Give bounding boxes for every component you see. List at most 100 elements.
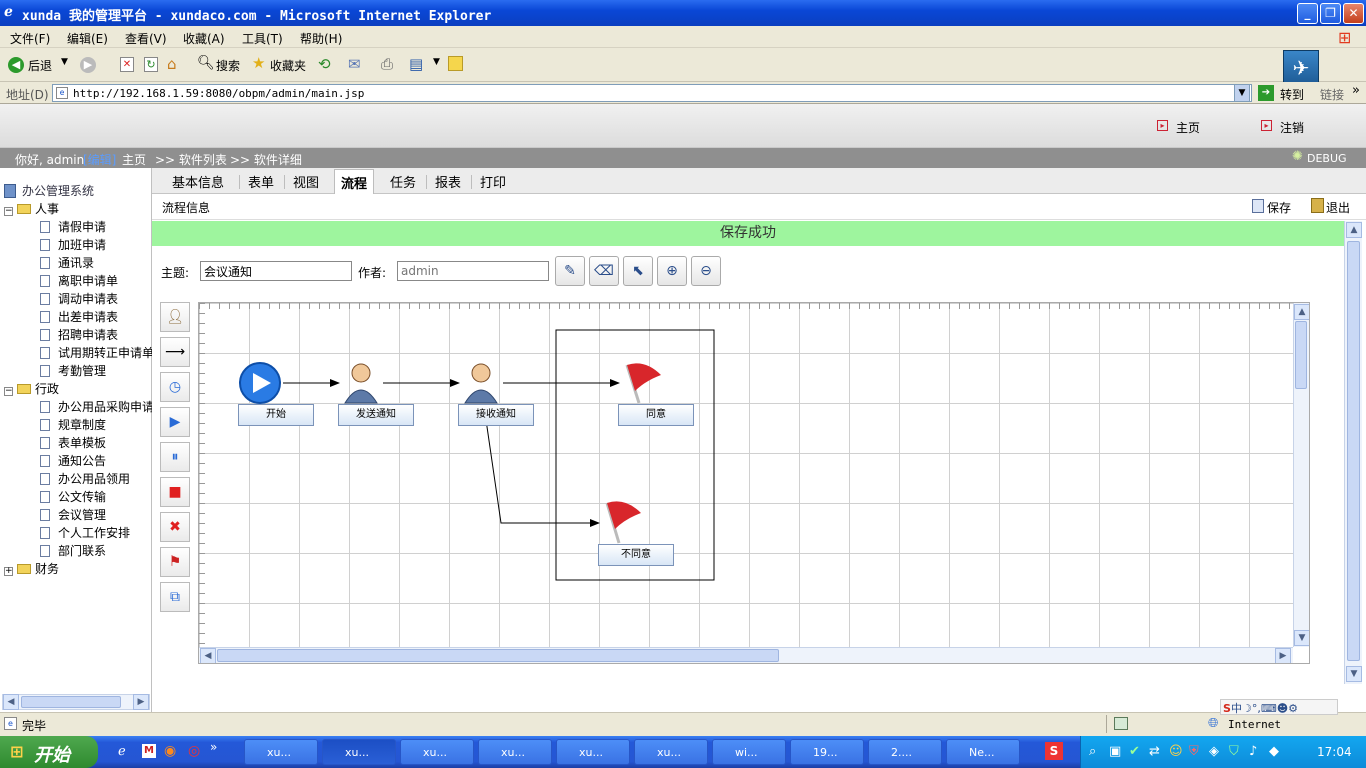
ime-keyboard-icon[interactable]: ⌨: [1261, 702, 1277, 715]
tree-item-personal-schedule[interactable]: 个人工作安排: [40, 524, 130, 542]
disagree-flag-icon[interactable]: [605, 501, 641, 544]
sidebar-hscrollbar[interactable]: ◀ ▶: [2, 694, 150, 710]
node-disagree-label[interactable]: 不同意: [598, 544, 674, 566]
tray-document-icon[interactable]: ▣: [1109, 744, 1121, 759]
menu-tools[interactable]: 工具(T): [242, 30, 283, 47]
debug-link[interactable]: DEBUG: [1307, 152, 1347, 165]
print-icon[interactable]: ⎙: [381, 55, 393, 73]
taskbar-item[interactable]: xu...: [400, 739, 474, 765]
home-icon[interactable]: ⌂: [167, 55, 177, 73]
tree-item-regulations[interactable]: 规章制度: [40, 416, 106, 434]
menu-help[interactable]: 帮助(H): [300, 30, 342, 47]
tab-basic-info[interactable]: 基本信息: [172, 172, 224, 191]
tree-item-business-trip[interactable]: 出差申请表: [40, 308, 118, 326]
pointer-icon[interactable]: ⬉: [623, 256, 653, 286]
menu-edit[interactable]: 编辑(E): [67, 30, 108, 47]
breadcrumb-software-list[interactable]: >> 软件列表: [155, 151, 227, 168]
eraser-icon[interactable]: ⌫: [589, 256, 619, 286]
ime-user-icon[interactable]: ☻: [1277, 702, 1288, 715]
tree-item-form-template[interactable]: 表单模板: [40, 434, 106, 452]
tree-item-contacts[interactable]: 通讯录: [40, 254, 94, 272]
forward-arrow-icon[interactable]: ▶: [80, 57, 96, 73]
flow-canvas[interactable]: 开始 发送通知 接收通知 同意 不同意 ▲ ▼ ◀ ▶: [198, 302, 1310, 664]
search-icon[interactable]: 🔍︎: [197, 55, 215, 71]
subflow-node-icon[interactable]: ⧉: [160, 582, 190, 612]
address-input[interactable]: e http://192.168.1.59:8080/obpm/admin/ma…: [52, 84, 1252, 102]
tree-item-department-contact[interactable]: 部门联系: [40, 542, 106, 560]
sidebar-scroll-thumb[interactable]: [21, 696, 121, 708]
canvas-scroll-right-icon[interactable]: ▶: [1275, 648, 1291, 663]
edge-receive-disagree[interactable]: [484, 412, 600, 527]
zoom-in-icon[interactable]: ⊕: [657, 256, 687, 286]
node-send-label[interactable]: 发送通知: [338, 404, 414, 426]
tray-antivirus-icon[interactable]: ◈: [1209, 744, 1219, 759]
taskbar-item[interactable]: xu...: [556, 739, 630, 765]
tree-item-transfer[interactable]: 调动申请表: [40, 290, 118, 308]
stop-icon[interactable]: ✕: [120, 57, 134, 72]
messenger-icon[interactable]: [448, 56, 463, 71]
edit-icon[interactable]: ✎: [555, 256, 585, 286]
tree-item-office-supplies[interactable]: 办公用品领用: [40, 470, 130, 488]
popup-blocker-icon[interactable]: [1114, 717, 1128, 730]
favorites-button[interactable]: 收藏夹: [270, 57, 306, 74]
go-button[interactable]: 转到: [1280, 86, 1304, 103]
refresh-icon[interactable]: ↻: [144, 57, 158, 72]
quicklaunch-more-icon[interactable]: »: [210, 740, 217, 754]
subject-input[interactable]: [200, 261, 352, 281]
collapse-icon[interactable]: −: [4, 387, 13, 396]
collapse-icon[interactable]: −: [4, 207, 13, 216]
search-button[interactable]: 搜索: [216, 57, 240, 74]
tree-item-meeting[interactable]: 会议管理: [40, 506, 106, 524]
sogou-taskbar-icon[interactable]: S: [1045, 742, 1063, 760]
zoom-out-icon[interactable]: ⊖: [691, 256, 721, 286]
back-button[interactable]: 后退: [28, 57, 52, 74]
exit-button[interactable]: 退出: [1326, 199, 1350, 216]
ime-settings-icon[interactable]: ⚙: [1288, 702, 1298, 715]
node-receive-label[interactable]: 接收通知: [458, 404, 534, 426]
taskbar-item[interactable]: 2....: [868, 739, 942, 765]
canvas-hscroll-thumb[interactable]: [217, 649, 779, 662]
tray-shield-icon[interactable]: ⛨: [1189, 744, 1199, 759]
quicklaunch-ie-icon[interactable]: ℯ: [118, 744, 126, 759]
links-button[interactable]: 链接: [1320, 86, 1344, 103]
exit-icon[interactable]: [1311, 198, 1324, 213]
tray-security-icon[interactable]: ⛉: [1229, 744, 1239, 759]
node-start-label[interactable]: 开始: [238, 404, 314, 426]
start-node-icon[interactable]: ▶: [160, 407, 190, 437]
suspend-node-icon[interactable]: ⏸︎: [160, 442, 190, 472]
taskbar-item[interactable]: xu...: [478, 739, 552, 765]
go-arrow-icon[interactable]: ➔: [1258, 85, 1274, 101]
canvas-scroll-up-icon[interactable]: ▲: [1294, 304, 1309, 320]
tray-qq-icon[interactable]: ☺: [1169, 744, 1183, 759]
address-dropdown-icon[interactable]: ▼: [1234, 84, 1250, 102]
ime-chinese-mode-icon[interactable]: 中: [1231, 702, 1242, 715]
timer-icon[interactable]: ◷: [160, 372, 190, 402]
tree-item-office-purchase[interactable]: 办公用品采购申请: [40, 398, 152, 416]
back-arrow-icon[interactable]: ◀: [8, 57, 24, 73]
tab-view[interactable]: 视图: [293, 172, 319, 191]
quicklaunch-m-icon[interactable]: M: [142, 744, 156, 758]
tree-item-resignation[interactable]: 离职申请单: [40, 272, 118, 290]
tree-item-recruitment[interactable]: 招聘申请表: [40, 326, 118, 344]
quicklaunch-opera-icon[interactable]: ◎: [188, 743, 200, 759]
taskbar-item[interactable]: wi...: [712, 739, 786, 765]
tree-item-doc-transfer[interactable]: 公文传输: [40, 488, 106, 506]
edit-page-icon[interactable]: ▤: [409, 55, 423, 73]
tab-report[interactable]: 报表: [435, 172, 461, 191]
taskbar-item[interactable]: 19...: [790, 739, 864, 765]
taskbar-item[interactable]: xu...: [244, 739, 318, 765]
header-home-link[interactable]: 主页: [1176, 119, 1200, 136]
person-node-icon[interactable]: 👤︎: [160, 302, 190, 332]
tree-item-probation[interactable]: 试用期转正申请单: [40, 344, 152, 362]
mail-icon[interactable]: ✉: [348, 55, 361, 73]
tree-group-finance[interactable]: + 财务: [4, 560, 59, 578]
start-button[interactable]: ⊞ 开始: [0, 736, 98, 768]
flag-node-icon[interactable]: ⚑: [160, 547, 190, 577]
edit-profile-link[interactable]: [编辑]: [83, 151, 116, 168]
ime-punct-icon[interactable]: °,: [1252, 702, 1261, 715]
tab-form[interactable]: 表单: [248, 172, 274, 191]
node-agree-label[interactable]: 同意: [618, 404, 694, 426]
scroll-left-icon[interactable]: ◀: [3, 694, 19, 710]
send-node-icon[interactable]: [344, 363, 378, 404]
tree-root[interactable]: 办公管理系统: [4, 182, 94, 200]
